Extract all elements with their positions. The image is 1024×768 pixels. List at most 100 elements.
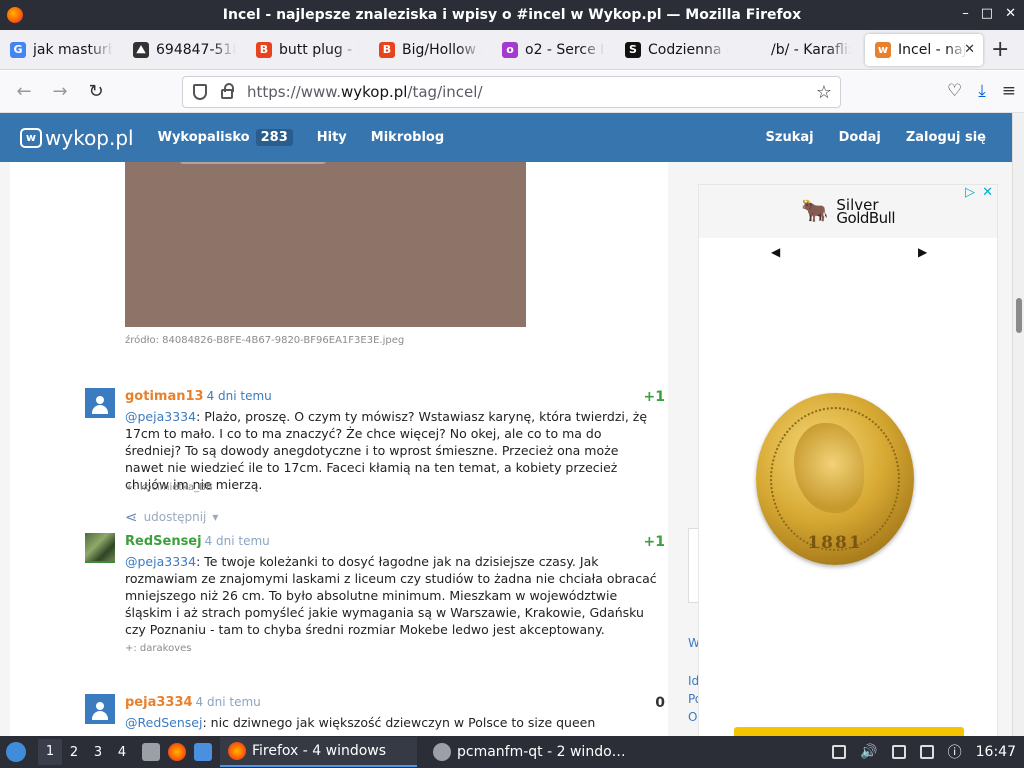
task-pcmanfm[interactable]: pcmanfm-qt - 2 windo… [425, 737, 634, 767]
comment-text: @peja3334: Te twoje koleżanki to dosyć ł… [125, 554, 657, 637]
taskbar: 1 2 3 4 Firefox - 4 windows pcmanfm-qt -… [0, 736, 1024, 768]
tab-label: /b/ - Karaflix an [771, 41, 851, 58]
ad-next-arrow-icon[interactable]: ▶ [918, 245, 927, 259]
window-titlebar: Incel - najlepsze znaleziska i wpisy o #… [0, 0, 1024, 30]
mention-link[interactable]: @peja3334 [125, 409, 196, 424]
desktop-launcher-icon[interactable] [194, 743, 212, 761]
mention-link[interactable]: @peja3334 [125, 554, 196, 569]
advertisement[interactable]: 🐂 Silver GoldBull ▷ ✕ ◀ ▶ 1881 [698, 184, 998, 736]
adchoices-icon[interactable]: ▷ [965, 185, 975, 200]
volume-icon[interactable]: 🔊 [860, 744, 877, 760]
browser-tab[interactable]: Bbutt plug - E [246, 34, 369, 66]
gold-coin-image[interactable]: 1881 [756, 393, 914, 565]
tab-favicon-icon: o [502, 41, 518, 58]
timestamp[interactable]: 4 dni temu [207, 389, 272, 403]
url-bar[interactable]: https://www.wykop.pl/tag/incel/ ☆ [182, 76, 841, 108]
browser-tab[interactable]: B Big/Hollow A [369, 34, 492, 66]
file-manager-launcher-icon[interactable] [142, 743, 160, 761]
comment-entry: gotiman13 4 dni temu +1 @peja3334: Plażo,… [85, 388, 665, 526]
wykop-logo-mark: w [20, 127, 42, 148]
tab-label: Big/Hollow A [402, 41, 482, 58]
tab-label: Incel - naj [898, 41, 967, 58]
bookmark-star-icon[interactable]: ☆ [816, 82, 832, 103]
plus-voters[interactable]: +: kocimietka_BB [125, 482, 213, 493]
wykop-logo[interactable]: w wykop.pl [20, 126, 134, 150]
url-text[interactable]: https://www.wykop.pl/tag/incel/ [247, 83, 483, 101]
username[interactable]: RedSensej [125, 534, 202, 549]
sidebar-link[interactable]: O [688, 710, 697, 724]
browser-tab[interactable]: ⛰ 694847-518 [123, 34, 246, 66]
tab-label: butt plug - E [279, 41, 359, 58]
lock-icon[interactable] [221, 83, 234, 99]
coin-year: 1881 [807, 533, 863, 553]
search-link[interactable]: Szukaj [766, 130, 814, 145]
comment-entry: peja3334 4 dni temu 0 @RedSensej: nic dzi… [85, 694, 665, 736]
browser-tab[interactable]: w Incel - naj ✕ [865, 33, 983, 66]
ad-cta-button[interactable] [734, 727, 964, 736]
minimize-button[interactable]: – [962, 6, 969, 21]
login-link[interactable]: Zaloguj się [906, 130, 986, 145]
close-window-button[interactable]: ✕ [1005, 6, 1016, 21]
firefox-icon [228, 742, 246, 760]
scrollbar-thumb[interactable] [1016, 298, 1022, 333]
plus-voters[interactable]: +: darakoves [125, 643, 191, 654]
nav-wykopalisko[interactable]: Wykopalisko 283 [158, 129, 293, 146]
vote-count[interactable]: +1 [644, 389, 665, 405]
tab-close-icon[interactable]: ✕ [964, 42, 975, 57]
share-button[interactable]: ⋖ udostępnij ▾ [125, 508, 218, 526]
back-button[interactable]: ← [6, 81, 42, 102]
browser-tab[interactable]: S Codzienna d [615, 34, 738, 66]
comment-text: @peja3334: Plażo, proszę. O czym ty mówi… [125, 409, 648, 492]
tab-label: Codzienna d [648, 41, 728, 58]
photo-source-caption[interactable]: źródło: 84084826-B8FE-4B67-9820-BF96EA1F… [125, 335, 404, 346]
workspace-2[interactable]: 2 [62, 745, 86, 760]
start-menu-icon[interactable] [6, 742, 26, 762]
maximize-button[interactable]: □ [981, 6, 993, 21]
pocket-icon[interactable]: ♡ [947, 81, 962, 101]
workspace-3[interactable]: 3 [86, 745, 110, 760]
comments-column: źródło: 84084826-B8FE-4B67-9820-BF96EA1F… [10, 162, 668, 736]
task-firefox[interactable]: Firefox - 4 windows [220, 737, 417, 767]
reload-button[interactable]: ↻ [78, 81, 114, 102]
network-icon[interactable] [919, 745, 934, 759]
clock[interactable]: 16:47 [976, 744, 1016, 760]
vote-count[interactable]: +1 [644, 534, 665, 550]
tab-favicon-icon: S [625, 41, 641, 58]
browser-tab[interactable]: Gjak masturb [0, 34, 123, 66]
ad-banner-header[interactable]: 🐂 Silver GoldBull [699, 185, 997, 238]
vote-count[interactable]: 0 [655, 695, 665, 711]
downloads-icon[interactable]: ⤓ [978, 81, 986, 101]
mention-link[interactable]: @RedSensej [125, 715, 202, 730]
ad-prev-arrow-icon[interactable]: ◀ [771, 245, 780, 259]
embedded-photo[interactable] [125, 162, 526, 327]
page-scrollbar[interactable] [1012, 113, 1024, 736]
avatar[interactable] [85, 388, 115, 418]
username[interactable]: peja3334 [125, 695, 193, 710]
avatar[interactable] [85, 533, 115, 563]
nav-mikroblog[interactable]: Mikroblog [371, 130, 444, 145]
notification-icon[interactable]: ⓘ [948, 742, 962, 762]
workspace-1[interactable]: 1 [38, 739, 62, 765]
add-link[interactable]: Dodaj [839, 130, 881, 145]
forward-button[interactable]: → [42, 81, 78, 102]
browser-tab[interactable]: /b/ - Karaflix an [738, 34, 861, 66]
timestamp[interactable]: 4 dni temu [196, 695, 261, 709]
avatar[interactable] [85, 694, 115, 724]
timestamp[interactable]: 4 dni temu [205, 534, 270, 548]
firefox-launcher-icon[interactable] [168, 743, 186, 761]
browser-tab[interactable]: o o2 - Serce In [492, 34, 615, 66]
tracking-protection-shield-icon[interactable] [193, 84, 207, 100]
hamburger-menu-icon[interactable]: ≡ [1002, 81, 1016, 101]
username[interactable]: gotiman13 [125, 389, 204, 404]
storage-icon[interactable] [832, 745, 847, 759]
tab-label: o2 - Serce In [525, 41, 605, 58]
nav-hity[interactable]: Hity [317, 130, 347, 145]
tab-favicon-icon [748, 42, 764, 58]
new-tab-button[interactable]: + [991, 37, 1009, 62]
clipboard-icon[interactable] [891, 745, 906, 759]
ad-close-icon[interactable]: ✕ [982, 185, 993, 200]
navigation-toolbar: ← → ↻ https://www.wykop.pl/tag/incel/ ☆ … [0, 71, 1024, 113]
workspace-4[interactable]: 4 [110, 745, 134, 760]
site-header: w wykop.pl Wykopalisko 283 Hity Mikroblog… [0, 113, 1012, 162]
tab-label: 694847-518 [156, 41, 236, 58]
